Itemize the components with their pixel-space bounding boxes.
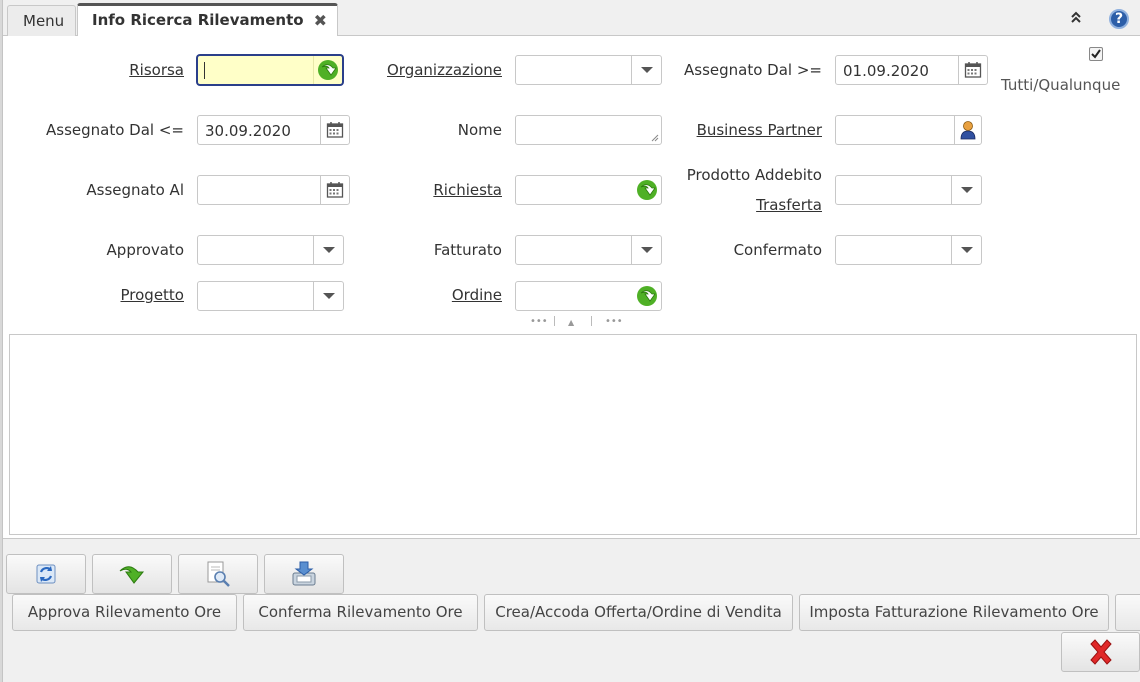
assegnato-dal-ge-label: Assegnato Dal >= — [684, 61, 822, 79]
preview-button[interactable] — [178, 554, 258, 594]
cancel-button[interactable] — [1061, 632, 1140, 672]
tab-bar: Menu Info Ricerca Rilevamento Or... ✖ ? — [3, 0, 1140, 58]
tab-info-ricerca[interactable]: Info Ricerca Rilevamento Or... ✖ — [77, 3, 338, 58]
close-icon — [1089, 639, 1112, 665]
ordine-field[interactable] — [515, 281, 662, 311]
risorsa-field[interactable] — [197, 55, 343, 85]
tab-menu[interactable]: Menu — [7, 5, 76, 36]
conferma-rilevamento-button[interactable]: Conferma Rilevamento Ore — [243, 594, 478, 631]
calendar-icon[interactable] — [320, 116, 349, 144]
prodotto-select[interactable] — [835, 175, 982, 205]
zoom-arrow-icon[interactable] — [632, 176, 661, 204]
fatturato-select[interactable] — [515, 235, 662, 265]
chevron-down-icon[interactable] — [951, 236, 981, 264]
resize-handle-icon[interactable] — [651, 134, 659, 142]
chevron-down-icon[interactable] — [313, 282, 343, 310]
assegnato-al-field[interactable] — [197, 175, 350, 205]
chevron-down-icon[interactable] — [313, 236, 343, 264]
organizzazione-select[interactable] — [515, 55, 662, 85]
search-document-icon — [207, 561, 230, 587]
chevron-down-icon[interactable] — [631, 236, 661, 264]
confermato-select[interactable] — [835, 235, 982, 265]
zoom-across-button[interactable] — [92, 554, 172, 594]
zoom-arrow-icon[interactable] — [632, 282, 661, 310]
export-icon — [292, 561, 316, 586]
approva-rilevamento-button[interactable]: Approva Rilevamento Ore — [12, 594, 237, 631]
export-button[interactable] — [264, 554, 344, 594]
text-caret — [204, 62, 205, 79]
crea-offerta-ordine-button[interactable]: Crea/Accoda Offerta/Ordine di Vendita — [484, 594, 793, 631]
confermato-label: Confermato — [733, 241, 822, 259]
refresh-icon — [36, 564, 56, 584]
nome-label: Nome — [457, 121, 502, 139]
chevron-down-icon[interactable] — [951, 176, 981, 204]
help-icon[interactable]: ? — [1109, 9, 1129, 29]
calendar-icon[interactable] — [958, 56, 987, 84]
ordine-label[interactable]: Ordine — [400, 286, 502, 304]
prodotto-addebito-label: Prodotto Addebito — [686, 166, 822, 184]
person-icon[interactable] — [954, 116, 981, 144]
trasferta-label[interactable]: Trasferta — [680, 196, 822, 214]
progetto-select[interactable] — [197, 281, 344, 311]
assegnato-al-label: Assegnato Al — [86, 181, 184, 199]
divider — [3, 538, 1140, 539]
organizzazione-label[interactable]: Organizzazione — [370, 61, 502, 79]
risorsa-label[interactable]: Risorsa — [60, 61, 184, 79]
approvato-label: Approvato — [106, 241, 184, 259]
assegnato-dal-le-label: Assegnato Dal <= — [46, 121, 184, 139]
nome-textarea[interactable] — [515, 115, 662, 145]
green-arrow-icon — [119, 566, 145, 584]
approvato-select[interactable] — [197, 235, 344, 265]
assegnato-dal-le-field[interactable]: 30.09.2020 — [197, 115, 350, 145]
progetto-label[interactable]: Progetto — [60, 286, 185, 304]
splitter-divider — [554, 316, 555, 326]
business-partner-label[interactable]: Business Partner — [680, 121, 822, 139]
splitter-divider — [591, 316, 592, 326]
richiesta-label[interactable]: Richiesta — [400, 181, 502, 199]
business-partner-field[interactable] — [835, 115, 982, 145]
chevron-down-icon[interactable] — [631, 56, 661, 84]
assegnato-dal-le-value: 30.09.2020 — [205, 122, 291, 140]
assegnato-dal-ge-value: 01.09.2020 — [843, 62, 929, 80]
tab-menu-label: Menu — [23, 12, 65, 30]
imposta-fatturazione-button[interactable]: Imposta Fatturazione Rilevamento Ore — [799, 594, 1109, 631]
assegnato-dal-ge-field[interactable]: 01.09.2020 — [835, 55, 988, 85]
splitter-grip-left[interactable]: ••• — [530, 316, 548, 327]
splitter-grip-right[interactable]: ••• — [605, 316, 623, 327]
zoom-arrow-icon[interactable] — [313, 56, 342, 84]
refresh-button[interactable] — [6, 554, 86, 594]
close-icon[interactable]: ✖ — [314, 6, 327, 35]
fatturato-label: Fatturato — [433, 241, 502, 259]
results-grid[interactable] — [9, 334, 1137, 535]
more-process-button[interactable] — [1115, 594, 1140, 631]
collapse-up-icon[interactable] — [1067, 10, 1085, 28]
calendar-icon[interactable] — [320, 176, 349, 204]
richiesta-field[interactable] — [515, 175, 662, 205]
splitter-collapse-icon[interactable]: ▲ — [568, 318, 574, 327]
tutti-checkbox[interactable] — [1089, 47, 1103, 61]
tutti-label: Tutti/Qualunque — [1001, 76, 1121, 94]
